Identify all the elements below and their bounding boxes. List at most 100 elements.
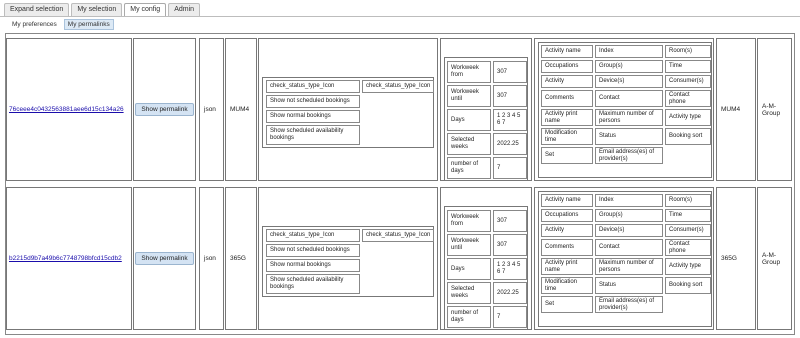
field-option: Consumer(s) — [665, 75, 711, 88]
tab-my-preferences[interactable]: My preferences — [8, 19, 61, 30]
code-value: 365G — [230, 255, 246, 262]
permalink-link[interactable]: b2215d9b7a49b6c7748798bfcd15cdb2 — [7, 255, 122, 262]
field-option: Modification time — [541, 128, 593, 145]
field-option: Device(s) — [595, 75, 663, 88]
week-label-nd: number of days — [447, 306, 491, 328]
field-option: Consumer(s) — [665, 224, 711, 237]
permalink-link[interactable]: 76ceee4c0432563881aee6d15c134a26 — [7, 106, 124, 113]
sub-tabbar: My preferences My permalinks — [8, 19, 114, 30]
field-option: Comments — [541, 239, 593, 256]
week-label-wf: Workweek from — [447, 61, 491, 83]
field-option: Occupations — [541, 60, 593, 73]
week-label-wu: Workweek until — [447, 85, 491, 107]
main-tabbar: Expand selection My selection My config … — [4, 3, 201, 17]
field-option: Activity type — [665, 258, 711, 275]
week-cell: Workweek from 307 Workweek until 307 Days 1 2… — [440, 38, 532, 181]
field-option: Activity print name — [541, 109, 593, 126]
field-option: Index — [595, 194, 663, 207]
fields-cell: Activity name Index Room(s) Occupations Grou… — [534, 187, 714, 330]
field-option: Set — [541, 296, 593, 313]
tab-my-permalinks[interactable]: My permalinks — [63, 19, 114, 30]
fields-box: Activity name Index Room(s) Occupations Grou… — [538, 191, 712, 327]
field-option: Email address(es) of provider(s) — [595, 296, 663, 313]
week-value-nd: 7 — [493, 157, 527, 179]
field-option: Comments — [541, 90, 593, 107]
week-box: Workweek from 307 Workweek until 307 Days 1 2… — [444, 206, 528, 330]
tab-expand-selection[interactable]: Expand selection — [4, 3, 70, 16]
field-option: Device(s) — [595, 224, 663, 237]
week-box: Workweek from 307 Workweek until 307 Days 1 2… — [444, 57, 528, 181]
field-option: Contact — [595, 90, 663, 107]
code2-cell: 365G — [716, 187, 756, 330]
week-value-sw: 2022.25 — [493, 282, 527, 304]
permalink-cell: b2215d9b7a49b6c7748798bfcd15cdb2 — [6, 187, 132, 330]
button-cell: Show permalink — [133, 187, 196, 330]
fields-cell: Activity name Index Room(s) Occupations Grou… — [534, 38, 714, 181]
week-value-days: 1 2 3 4 5 6 7 — [493, 109, 527, 131]
filters-cell: check_status_type_Icon check_status_type_… — [258, 38, 438, 181]
group-value: A-M-Group — [762, 102, 781, 117]
group-cell: A-M-Group — [757, 38, 792, 181]
field-option: Group(s) — [595, 209, 663, 222]
week-value-wf: 307 — [493, 61, 527, 83]
filter-not-scheduled: Show not scheduled bookings — [266, 95, 360, 108]
week-label-nd: number of days — [447, 157, 491, 179]
week-label-sw: Selected weeks — [447, 133, 491, 155]
week-label-days: Days — [447, 109, 491, 131]
tab-admin[interactable]: Admin — [168, 3, 201, 16]
field-option: Modification time — [541, 277, 593, 294]
field-option: Activity name — [541, 45, 593, 58]
field-option: Activity name — [541, 194, 593, 207]
field-option: Booking sort — [665, 128, 711, 145]
button-cell: Show permalink — [133, 38, 196, 181]
tab-my-config[interactable]: My config — [124, 3, 167, 17]
field-option: Maximum number of persons — [595, 258, 663, 275]
tab-my-selection[interactable]: My selection — [71, 3, 123, 16]
week-label-wf: Workweek from — [447, 210, 491, 232]
filter-not-scheduled: Show not scheduled bookings — [266, 244, 360, 257]
table-row: b2215d9b7a49b6c7748798bfcd15cdb2 Show per… — [6, 187, 793, 330]
field-option: Set — [541, 147, 593, 164]
code-value: MUM4 — [230, 106, 250, 113]
field-option: Email address(es) of provider(s) — [595, 147, 663, 164]
filters-cell: check_status_type_Icon check_status_type_… — [258, 187, 438, 330]
code2-cell: MUM4 — [716, 38, 756, 181]
filter-scheduled-availability: Show scheduled availability bookings — [266, 274, 360, 294]
week-label-sw: Selected weeks — [447, 282, 491, 304]
field-option: Room(s) — [665, 45, 711, 58]
filter-status-icon-2: check_status_type_Icon — [362, 80, 434, 93]
field-option: Status — [595, 128, 663, 145]
tab-divider — [0, 16, 800, 17]
format-cell: json — [199, 38, 224, 181]
filter-normal-bookings: Show normal bookings — [266, 259, 360, 272]
week-label-days: Days — [447, 258, 491, 280]
week-value-wu: 307 — [493, 234, 527, 256]
filter-status-icon-1: check_status_type_Icon — [266, 80, 360, 93]
format-value: json — [204, 106, 216, 113]
week-value-sw: 2022.25 — [493, 133, 527, 155]
filter-status-icon-2: check_status_type_Icon — [362, 229, 434, 242]
week-cell: Workweek from 307 Workweek until 307 Days 1 2… — [440, 187, 532, 330]
field-option: Group(s) — [595, 60, 663, 73]
field-option: Activity print name — [541, 258, 593, 275]
week-value-wu: 307 — [493, 85, 527, 107]
filter-normal-bookings: Show normal bookings — [266, 110, 360, 123]
show-permalink-button[interactable]: Show permalink — [135, 252, 194, 265]
format-cell: json — [199, 187, 224, 330]
table-row: 76ceee4c0432563881aee6d15c134a26 Show per… — [6, 38, 793, 181]
field-option: Activity — [541, 75, 593, 88]
code-cell: 365G — [225, 187, 257, 330]
field-option: Activity — [541, 224, 593, 237]
show-permalink-button[interactable]: Show permalink — [135, 103, 194, 116]
field-option: Contact — [595, 239, 663, 256]
field-option: Contact phone — [665, 90, 711, 107]
code2-value: MUM4 — [721, 106, 741, 113]
week-label-wu: Workweek until — [447, 234, 491, 256]
week-value-nd: 7 — [493, 306, 527, 328]
code2-value: 365G — [721, 255, 737, 262]
group-value: A-M-Group — [762, 251, 781, 266]
field-option: Status — [595, 277, 663, 294]
filter-status-icon-1: check_status_type_Icon — [266, 229, 360, 242]
field-option: Activity type — [665, 109, 711, 126]
field-option: Time — [665, 60, 711, 73]
